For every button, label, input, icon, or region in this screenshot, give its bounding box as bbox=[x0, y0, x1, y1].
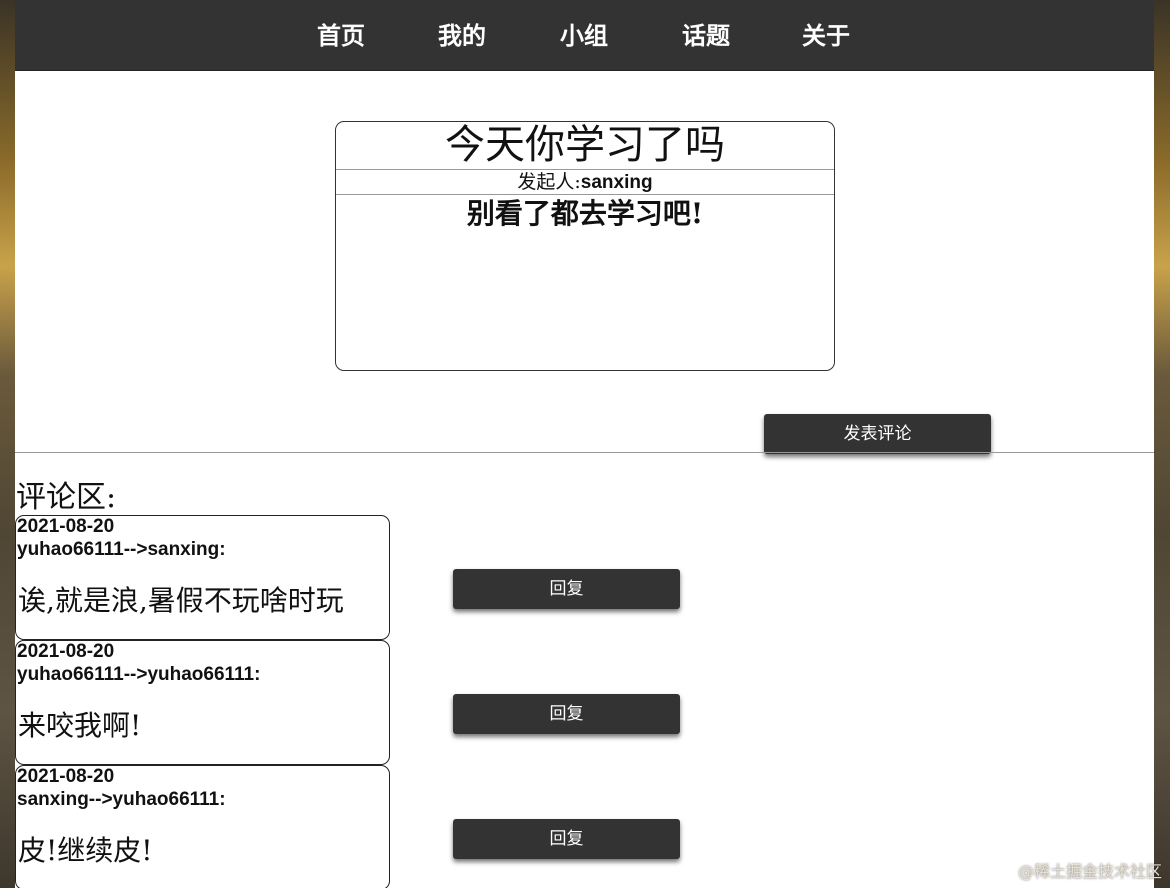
reply-button[interactable]: 回复 bbox=[453, 569, 680, 609]
comment-users: yuhao66111-->yuhao66111: bbox=[17, 664, 261, 685]
comment-date: 2021-08-20 bbox=[17, 516, 115, 537]
post-comment-button[interactable]: 发表评论 bbox=[764, 414, 991, 454]
comment-item: 2021-08-20 sanxing-->yuhao66111: 皮!继续皮! bbox=[15, 765, 390, 888]
topic-author: 发起人:sanxing bbox=[336, 171, 834, 193]
nav-item-groups[interactable]: 小组 bbox=[560, 16, 608, 50]
background-left-strip bbox=[0, 0, 15, 888]
comment-date: 2021-08-20 bbox=[17, 766, 115, 787]
topic-author-prefix: 发起人: bbox=[517, 171, 581, 193]
comment-item: 2021-08-20 yuhao66111-->sanxing: 诶,就是浪,暑… bbox=[15, 515, 390, 640]
background-right-strip bbox=[1154, 0, 1170, 888]
top-navbar: 首页 我的 小组 话题 关于 bbox=[15, 0, 1154, 71]
nav-item-home[interactable]: 首页 bbox=[317, 16, 365, 50]
section-divider bbox=[15, 452, 1154, 453]
topic-body: 别看了都去学习吧! bbox=[466, 197, 704, 230]
comment-text: 皮!继续皮! bbox=[18, 834, 153, 867]
topic-author-divider bbox=[336, 194, 834, 195]
comment-users: sanxing-->yuhao66111: bbox=[17, 789, 226, 810]
topic-title: 今天你学习了吗 bbox=[445, 122, 725, 168]
topic-title-divider bbox=[336, 169, 834, 170]
nav-item-topics[interactable]: 话题 bbox=[682, 16, 730, 50]
topic-author-name: sanxing bbox=[580, 172, 653, 193]
comment-item: 2021-08-20 yuhao66111-->yuhao66111: 来咬我啊… bbox=[15, 640, 390, 765]
nav-item-about[interactable]: 关于 bbox=[802, 16, 850, 50]
nav-item-mine[interactable]: 我的 bbox=[438, 16, 486, 50]
reply-button[interactable]: 回复 bbox=[453, 694, 680, 734]
watermark-text: @稀土掘金技术社区 bbox=[1017, 862, 1162, 881]
topic-card: 今天你学习了吗 发起人:sanxing 别看了都去学习吧! bbox=[335, 121, 835, 371]
comments-heading: 评论区: bbox=[16, 480, 117, 515]
comment-users: yuhao66111-->sanxing: bbox=[17, 539, 226, 560]
page-container: 首页 我的 小组 话题 关于 今天你学习了吗 发起人:sanxing 别看了都去… bbox=[15, 0, 1154, 888]
comment-text: 来咬我啊! bbox=[18, 709, 142, 742]
comment-text: 诶,就是浪,暑假不玩啥时玩 bbox=[18, 584, 344, 617]
reply-button[interactable]: 回复 bbox=[453, 819, 680, 859]
comment-date: 2021-08-20 bbox=[17, 641, 115, 662]
